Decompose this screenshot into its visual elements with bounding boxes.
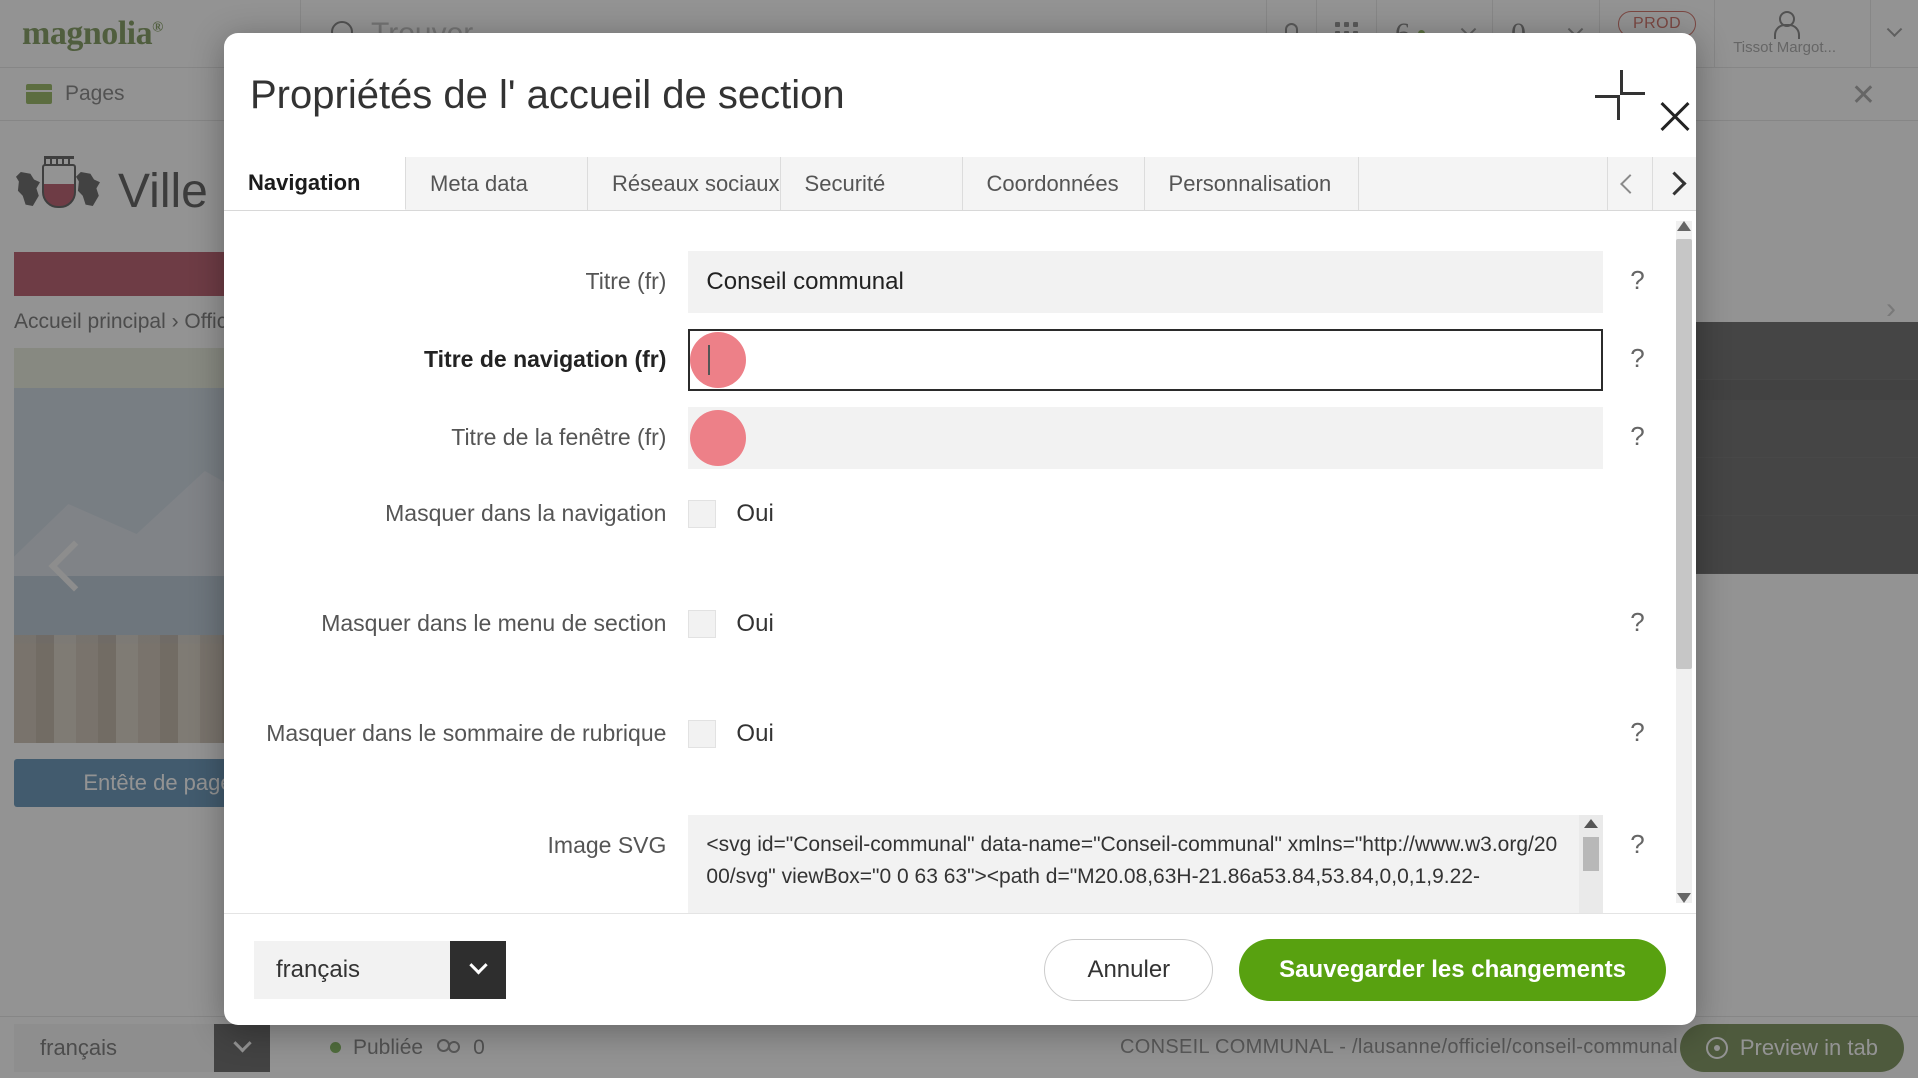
field-label: Image SVG	[547, 832, 667, 858]
field-image-svg: Image SVG <svg id="Conseil-communal" dat…	[224, 815, 1672, 913]
help-icon[interactable]: ?	[1603, 407, 1672, 452]
form-scrollbar[interactable]	[1676, 221, 1692, 903]
tabs-filler	[1358, 157, 1608, 210]
field-masquer-navigation: Masquer dans la navigation Oui ?	[224, 483, 1672, 545]
tab-label: Navigation	[248, 170, 361, 195]
scroll-down-icon[interactable]	[1677, 893, 1691, 903]
checkbox-label: Oui	[736, 610, 774, 637]
field-label: Titre de navigation (fr)	[424, 346, 667, 372]
tab-label: Meta data	[430, 170, 528, 196]
help-icon[interactable]: ?	[1603, 815, 1672, 860]
help-icon[interactable]: ?	[1603, 329, 1672, 374]
scroll-up-icon[interactable]	[1583, 819, 1598, 828]
screen: magnolia® Trouver... 6 0	[0, 0, 1918, 1078]
page-title: Propriétés de l' accueil de section	[250, 72, 845, 117]
tab-securite[interactable]: Securité	[780, 157, 963, 210]
form-fields: Titre (fr) Conseil communal ? Titre de n…	[224, 211, 1672, 913]
help-icon[interactable]: ?	[1603, 593, 1672, 638]
field-label: Masquer dans la navigation	[385, 500, 667, 526]
scrollbar-thumb[interactable]	[1676, 239, 1692, 669]
masquer-menu-section-checkbox[interactable]	[688, 610, 717, 638]
save-button[interactable]: Sauvegarder les changements	[1239, 938, 1666, 1001]
tab-personnalisation[interactable]: Personnalisation	[1144, 157, 1359, 210]
titre-fenetre-input[interactable]	[688, 407, 1603, 469]
checkbox-label: Oui	[736, 720, 774, 747]
field-label: Titre de la fenêtre (fr)	[451, 424, 667, 450]
checkbox-label: Oui	[736, 500, 774, 527]
image-svg-value: <svg id="Conseil-communal" data-name="Co…	[706, 833, 1558, 888]
tab-label: Réseaux sociaux	[612, 170, 780, 196]
chevron-right-icon	[1662, 171, 1687, 196]
cancel-button[interactable]: Annuler	[1044, 938, 1214, 1001]
field-label: Masquer dans le menu de section	[321, 610, 667, 636]
dialog-body: Titre (fr) Conseil communal ? Titre de n…	[224, 211, 1696, 913]
tab-label: Personnalisation	[1168, 170, 1332, 196]
dialog-header: Propriétés de l' accueil de section	[224, 33, 1696, 157]
field-label: Titre (fr)	[585, 268, 667, 294]
chevron-left-icon	[1620, 173, 1640, 194]
scrollbar-thumb[interactable]	[1582, 837, 1599, 871]
page-properties-dialog: Propriétés de l' accueil de section Navi…	[224, 33, 1696, 1025]
titre-input-value: Conseil communal	[706, 268, 904, 295]
scroll-up-icon[interactable]	[1677, 221, 1691, 231]
tab-coordonnees[interactable]: Coordonnées	[962, 157, 1145, 210]
field-masquer-menu-section: Masquer dans le menu de section Oui ?	[224, 593, 1672, 655]
chevron-down-icon	[468, 956, 488, 975]
field-label: Masquer dans le sommaire de rubrique	[266, 720, 667, 746]
tab-label: Coordonnées	[986, 170, 1119, 196]
titre-input[interactable]: Conseil communal	[688, 251, 1603, 313]
textarea-scrollbar[interactable]	[1578, 815, 1603, 913]
tab-meta-data[interactable]: Meta data	[406, 157, 588, 210]
tabs-scroll-right-button[interactable]	[1652, 157, 1696, 210]
text-cursor	[708, 345, 711, 375]
dialog-tabs: Navigation Meta data Réseaux sociaux Sec…	[224, 157, 1696, 211]
tabs-scroll-left-button[interactable]	[1608, 157, 1652, 210]
help-icon[interactable]: ?	[1603, 703, 1672, 748]
field-titre-navigation: Titre de navigation (fr) ?	[224, 329, 1672, 391]
dialog-footer: français Annuler Sauvegarder les changem…	[224, 913, 1696, 1025]
language-value: français	[254, 940, 450, 999]
image-svg-textarea[interactable]: <svg id="Conseil-communal" data-name="Co…	[688, 815, 1603, 913]
field-titre-fenetre: Titre de la fenêtre (fr) ?	[224, 407, 1672, 469]
save-label: Sauvegarder les changements	[1279, 955, 1626, 983]
field-titre: Titre (fr) Conseil communal ?	[224, 251, 1672, 313]
language-dropdown-button[interactable]	[450, 940, 506, 999]
tab-navigation[interactable]: Navigation	[224, 157, 406, 210]
titre-navigation-input[interactable]	[688, 329, 1603, 391]
masquer-sommaire-checkbox[interactable]	[688, 720, 717, 748]
language-selector[interactable]: français	[254, 940, 506, 999]
field-masquer-sommaire: Masquer dans le sommaire de rubrique Oui…	[224, 703, 1672, 765]
cancel-label: Annuler	[1087, 955, 1171, 983]
masquer-navigation-checkbox[interactable]	[688, 500, 717, 528]
tab-label: Securité	[804, 170, 886, 196]
help-icon[interactable]: ?	[1603, 251, 1672, 296]
tab-reseaux-sociaux[interactable]: Réseaux sociaux	[588, 157, 781, 210]
